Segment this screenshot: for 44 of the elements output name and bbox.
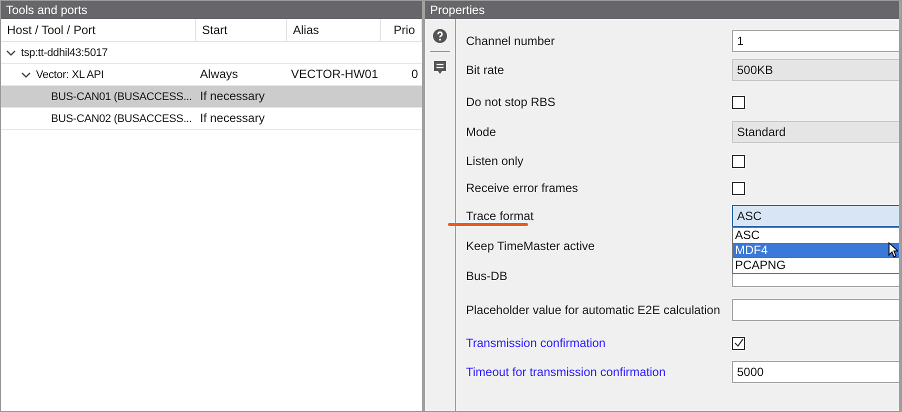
property-label: Receive error frames: [466, 181, 578, 195]
select-field[interactable]: 500KB: [732, 59, 899, 81]
text-field[interactable]: 1: [732, 30, 899, 52]
select-field[interactable]: ASC: [732, 205, 899, 227]
property-label: Keep TimeMaster active: [466, 239, 595, 253]
property-label: Bus-DB: [466, 269, 508, 283]
column-header[interactable]: Start: [196, 19, 287, 41]
start-cell: Always: [200, 67, 238, 81]
column-header[interactable]: Prio: [381, 19, 422, 41]
text-field[interactable]: 5000: [732, 361, 899, 383]
property-label: Listen only: [466, 154, 524, 168]
property-label: Placeholder value for automatic E2E calculation: [466, 303, 720, 317]
property-label: Mode: [466, 125, 496, 139]
alias-cell: VECTOR-HW01: [291, 67, 378, 81]
column-header[interactable]: Alias: [287, 19, 381, 41]
tree-item-label: tsp:tt-ddhil43:5017: [21, 46, 108, 58]
property-label: Timeout for transmission confirmation: [466, 365, 666, 379]
property-label: Channel number: [466, 34, 555, 48]
property-label: Transmission confirmation: [466, 336, 606, 350]
comment-icon[interactable]: [433, 60, 447, 75]
tree-item-label: BUS-CAN01 (BUSACCESS...: [51, 90, 192, 102]
tree-item-label: BUS-CAN02 (BUSACCESS...: [51, 112, 192, 124]
prio-cell: 0: [411, 67, 418, 81]
property-label: Trace format: [466, 209, 534, 223]
property-label: Do not stop RBS: [466, 95, 556, 109]
mouse-pointer-icon: [888, 242, 898, 258]
panel-title: Properties: [425, 1, 899, 19]
property-label: Bit rate: [466, 63, 504, 77]
column-header[interactable]: Host / Tool / Port: [1, 19, 196, 41]
checkbox[interactable]: [732, 96, 745, 108]
checkbox[interactable]: [732, 336, 745, 350]
checkbox[interactable]: [732, 182, 745, 194]
panel-title: Tools and ports: [1, 1, 422, 19]
help-icon[interactable]: [433, 29, 447, 43]
tree-item-label: Vector: XL API: [36, 68, 104, 80]
start-cell: If necessary: [200, 111, 265, 125]
select-field[interactable]: Standard: [732, 121, 899, 143]
tree-row[interactable]: BUS-CAN01 (BUSACCESS... If necessary: [1, 86, 422, 108]
dropdown-option[interactable]: MDF4: [733, 243, 899, 258]
text-field[interactable]: [732, 299, 899, 321]
checkbox[interactable]: [732, 154, 745, 168]
chevron-icon[interactable]: [6, 48, 16, 58]
chevron-icon[interactable]: [21, 70, 31, 80]
start-cell: If necessary: [200, 89, 265, 103]
